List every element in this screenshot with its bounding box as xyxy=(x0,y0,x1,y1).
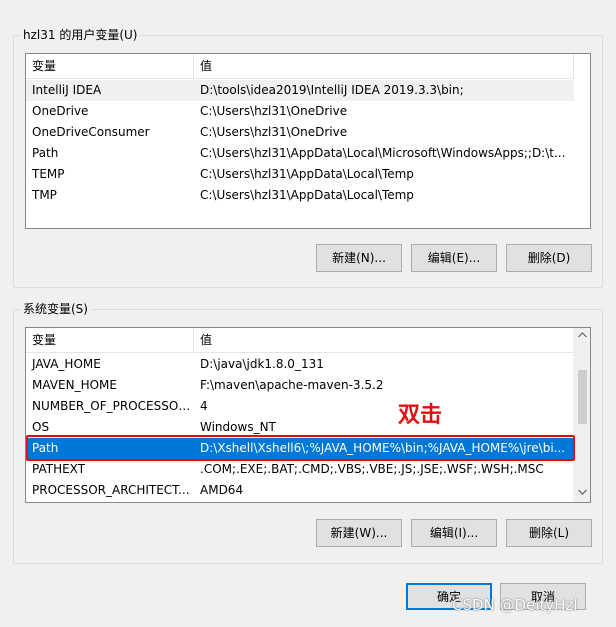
variable-value: AMD64 xyxy=(200,483,244,497)
variable-value: C:\Users\hzl31\AppData\Local\Temp xyxy=(200,167,414,181)
system-list-scrollbar[interactable] xyxy=(573,328,590,502)
system-delete-button[interactable]: 删除(L) xyxy=(506,519,592,547)
variable-value: D:\java\jdk1.8.0_131 xyxy=(200,357,324,371)
column-header-variable[interactable]: 变量 xyxy=(26,54,194,79)
variable-value: D:\Xshell\Xshell6\;%JAVA_HOME%\bin;%JAVA… xyxy=(200,441,566,455)
table-row[interactable]: PATHEXT .COM;.EXE;.BAT;.CMD;.VBS;.VBE;.J… xyxy=(26,459,574,480)
column-header-value[interactable]: 值 xyxy=(194,54,574,79)
table-row[interactable]: TMP C:\Users\hzl31\AppData\Local\Temp xyxy=(26,185,574,206)
variable-value: Windows_NT xyxy=(200,420,276,434)
system-variables-list[interactable]: 变量 值 JAVA_HOME D:\java\jdk1.8.0_131 MAVE… xyxy=(25,327,591,503)
table-row[interactable]: MAVEN_HOME F:\maven\apache-maven-3.5.2 xyxy=(26,375,574,396)
table-row[interactable]: OS Windows_NT xyxy=(26,417,574,438)
user-variables-rows: IntelliJ IDEA D:\tools\idea2019\IntelliJ… xyxy=(26,80,574,206)
variable-name: Path xyxy=(32,146,59,160)
table-row[interactable]: IntelliJ IDEA D:\tools\idea2019\IntelliJ… xyxy=(26,80,574,101)
variable-value: 4 xyxy=(200,399,208,413)
user-new-button[interactable]: 新建(N)... xyxy=(316,244,402,272)
variable-name: IntelliJ IDEA xyxy=(32,83,102,97)
list-header: 变量 值 xyxy=(26,328,574,353)
user-edit-button[interactable]: 编辑(E)... xyxy=(411,244,497,272)
variable-name: TMP xyxy=(32,188,57,202)
variable-name: OneDriveConsumer xyxy=(32,125,150,139)
chevron-down-icon[interactable] xyxy=(574,485,590,502)
system-variables-title: 系统变量(S) xyxy=(20,301,91,317)
variable-name: PATHEXT xyxy=(32,462,86,476)
chevron-up-icon[interactable] xyxy=(574,328,590,345)
watermark: CSDN @DeityHzl xyxy=(452,596,578,614)
user-list-scrollbar[interactable] xyxy=(573,54,590,79)
table-row[interactable]: JAVA_HOME D:\java\jdk1.8.0_131 xyxy=(26,354,574,375)
table-row[interactable]: OneDriveConsumer C:\Users\hzl31\OneDrive xyxy=(26,122,574,143)
column-header-variable[interactable]: 变量 xyxy=(26,328,194,353)
user-delete-button[interactable]: 删除(D) xyxy=(506,244,592,272)
variable-value: .COM;.EXE;.BAT;.CMD;.VBS;.VBE;.JS;.JSE;.… xyxy=(200,462,544,476)
table-row-selected[interactable]: Path D:\Xshell\Xshell6\;%JAVA_HOME%\bin;… xyxy=(26,438,574,459)
scrollbar-thumb[interactable] xyxy=(578,370,587,424)
user-variables-list[interactable]: 变量 值 IntelliJ IDEA D:\tools\idea2019\Int… xyxy=(25,53,591,229)
column-header-value[interactable]: 值 xyxy=(194,328,574,353)
variable-name: Path xyxy=(32,441,59,455)
variable-name: NUMBER_OF_PROCESSORS xyxy=(32,399,194,413)
system-variables-rows: JAVA_HOME D:\java\jdk1.8.0_131 MAVEN_HOM… xyxy=(26,354,574,501)
system-edit-button[interactable]: 编辑(I)... xyxy=(411,519,497,547)
variable-name: TEMP xyxy=(32,167,65,181)
variable-name: OneDrive xyxy=(32,104,89,118)
table-row[interactable]: Path C:\Users\hzl31\AppData\Local\Micros… xyxy=(26,143,574,164)
system-new-button[interactable]: 新建(W)... xyxy=(316,519,402,547)
table-row[interactable]: NUMBER_OF_PROCESSORS 4 xyxy=(26,396,574,417)
table-row[interactable]: OneDrive C:\Users\hzl31\OneDrive xyxy=(26,101,574,122)
variable-value: C:\Users\hzl31\OneDrive xyxy=(200,104,348,118)
variable-value: D:\tools\idea2019\IntelliJ IDEA 2019.3.3… xyxy=(200,83,464,97)
variable-value: F:\maven\apache-maven-3.5.2 xyxy=(200,378,384,392)
variable-name: JAVA_HOME xyxy=(32,357,101,371)
variable-value: C:\Users\hzl31\AppData\Local\Temp xyxy=(200,188,414,202)
variable-value: C:\Users\hzl31\AppData\Local\Microsoft\W… xyxy=(200,146,566,160)
user-variables-title: hzl31 的用户变量(U) xyxy=(20,27,141,43)
variable-name: PROCESSOR_ARCHITECT... xyxy=(32,483,190,497)
double-click-annotation: 双击 xyxy=(398,403,443,428)
table-row[interactable]: TEMP C:\Users\hzl31\AppData\Local\Temp xyxy=(26,164,574,185)
table-row[interactable]: PROCESSOR_ARCHITECT... AMD64 xyxy=(26,480,574,501)
variable-value: C:\Users\hzl31\OneDrive xyxy=(200,125,348,139)
list-header: 变量 值 xyxy=(26,54,574,79)
variable-name: OS xyxy=(32,420,50,434)
variable-name: MAVEN_HOME xyxy=(32,378,117,392)
